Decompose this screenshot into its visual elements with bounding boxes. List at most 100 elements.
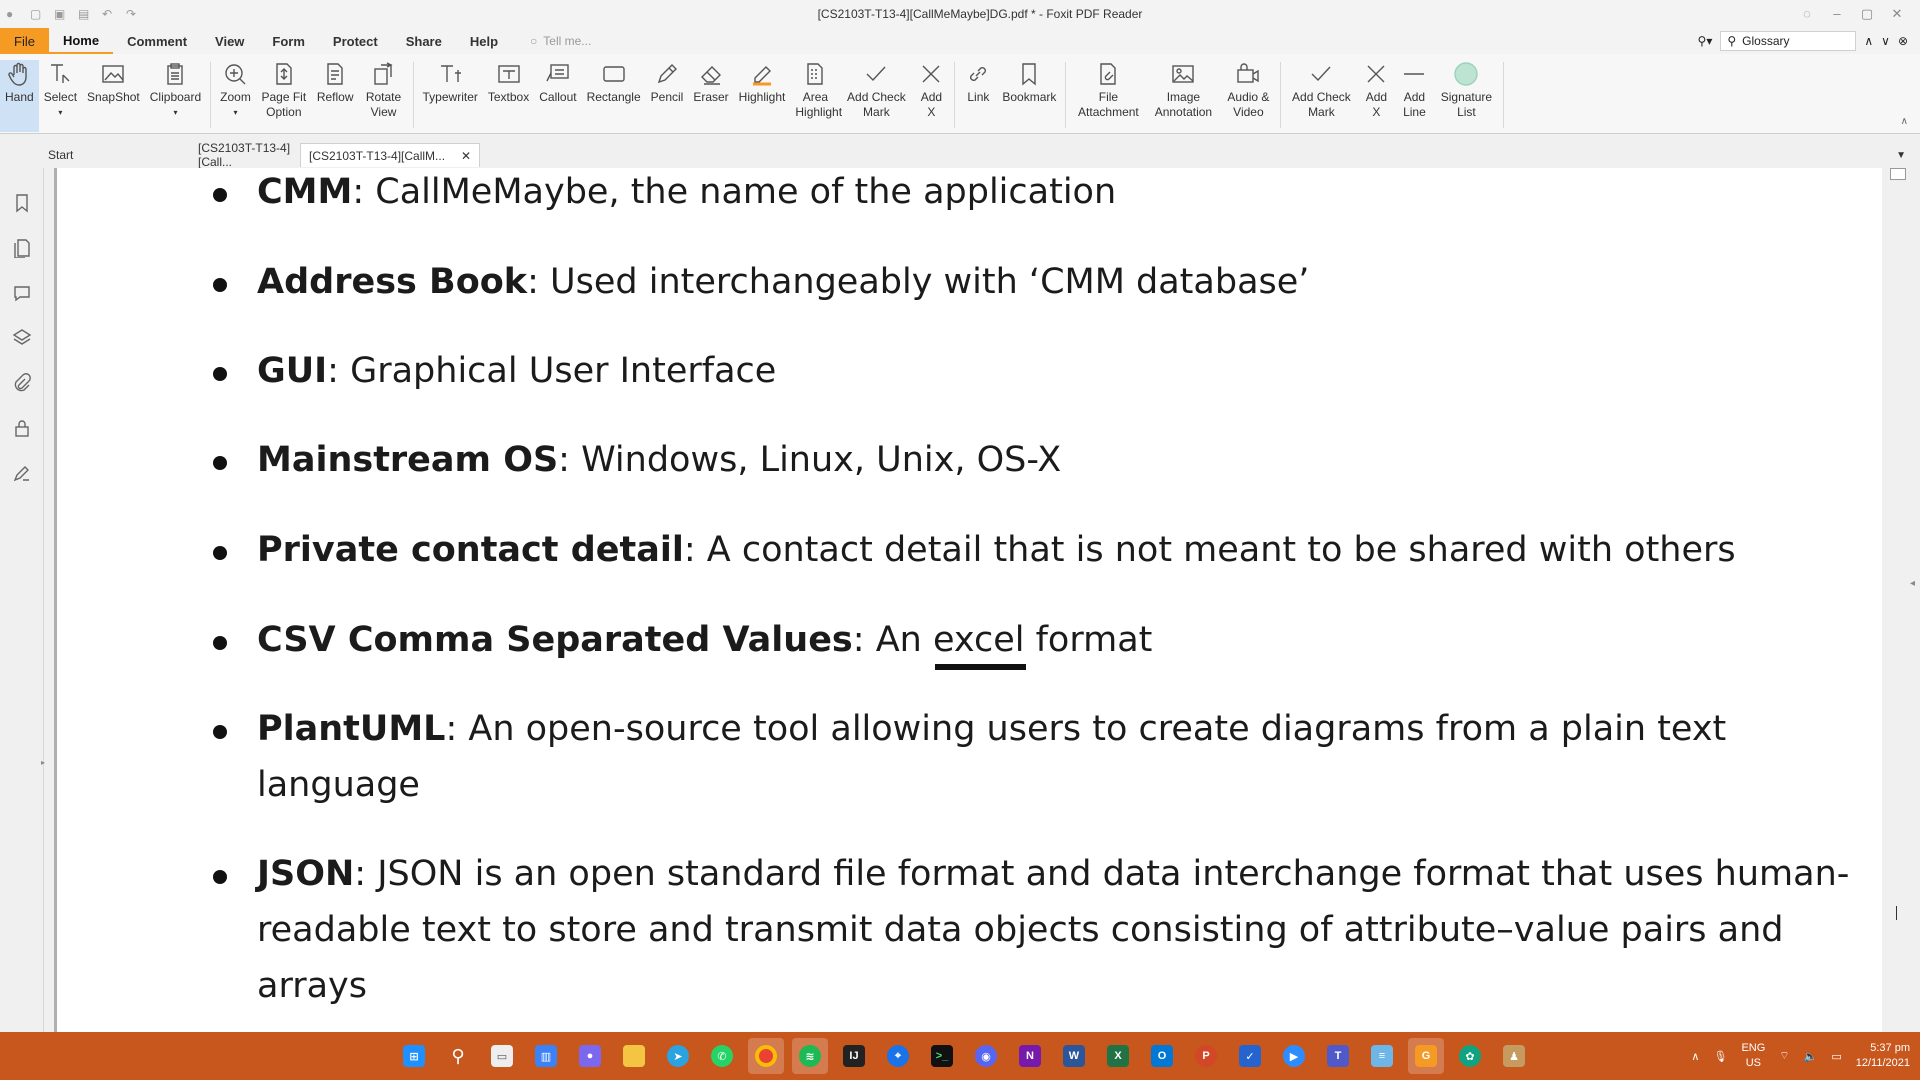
taskbar-foxit[interactable]: G xyxy=(1408,1038,1444,1074)
taskbar-excel[interactable]: X xyxy=(1100,1038,1136,1074)
menu-file[interactable]: File xyxy=(0,28,49,54)
taskbar-zoom[interactable]: ▶ xyxy=(1276,1038,1312,1074)
textbox-tool[interactable]: Textbox xyxy=(483,60,534,132)
file-attachment-tool[interactable]: File Attachment xyxy=(1070,60,1146,132)
page-fit-tool[interactable]: Page Fit Option xyxy=(256,60,312,132)
collapse-right-panel-icon[interactable]: ◂ xyxy=(1910,578,1915,589)
taskbar-intellij[interactable]: IJ xyxy=(836,1038,872,1074)
taskbar-telegram[interactable]: ➤ xyxy=(660,1038,696,1074)
highlight-tool[interactable]: Highlight xyxy=(734,60,791,132)
tab-document-1[interactable]: [CS2103T-T13-4][Call... xyxy=(150,141,300,169)
menu-comment[interactable]: Comment xyxy=(113,28,201,54)
undo-icon[interactable]: ↶ xyxy=(102,7,116,21)
security-panel-button[interactable] xyxy=(0,405,44,450)
expand-panel-icon[interactable]: ▸ xyxy=(41,758,45,767)
menu-home[interactable]: Home xyxy=(48,28,114,54)
taskbar-chrome[interactable] xyxy=(748,1038,784,1074)
microphone-icon[interactable]: 🎙 xyxy=(1713,1050,1727,1063)
save-icon[interactable]: ▣ xyxy=(54,7,68,21)
taskbar-contacts[interactable]: ♟ xyxy=(1496,1038,1532,1074)
link-tool[interactable]: Link xyxy=(959,60,997,132)
zoom-tool[interactable]: Zoom ▾ xyxy=(215,60,256,132)
typewriter-tool[interactable]: Typewriter xyxy=(418,60,483,132)
rectangle-tool[interactable]: Rectangle xyxy=(582,60,646,132)
tab-start[interactable]: Start xyxy=(0,143,150,167)
add-line-tool[interactable]: Add Line xyxy=(1395,60,1433,132)
wifi-icon[interactable]: ⌔ xyxy=(1779,1049,1789,1063)
add-x-tool[interactable]: Add X xyxy=(912,60,950,132)
bookmark-tool[interactable]: Bookmark xyxy=(997,60,1061,132)
layers-panel-button[interactable] xyxy=(0,315,44,360)
callout-tool[interactable]: Callout xyxy=(534,60,581,132)
print-icon[interactable]: ▤ xyxy=(78,7,92,21)
menu-form[interactable]: Form xyxy=(258,28,319,54)
eraser-tool[interactable]: Eraser xyxy=(688,60,733,132)
signature-list-tool[interactable]: Signature List xyxy=(1433,60,1499,132)
ribbon-collapse-icon[interactable]: ∧ xyxy=(1901,116,1908,127)
search-next-icon[interactable]: ∨ xyxy=(1881,34,1890,48)
taskbar-powerpoint[interactable]: P xyxy=(1188,1038,1224,1074)
taskbar-spotify[interactable]: ≋ xyxy=(792,1038,828,1074)
menu-view[interactable]: View xyxy=(201,28,258,54)
bookmarks-panel-button[interactable] xyxy=(0,180,44,225)
redo-icon[interactable]: ↷ xyxy=(126,7,140,21)
taskbar-chatgpt[interactable]: ✿ xyxy=(1452,1038,1488,1074)
search-input[interactable]: ⚲ Glossary xyxy=(1720,31,1857,51)
menu-protect[interactable]: Protect xyxy=(319,28,392,54)
taskbar-search[interactable]: ⚲ xyxy=(440,1038,476,1074)
volume-icon[interactable]: 🔈 xyxy=(1804,1050,1818,1063)
close-button[interactable]: ✕ xyxy=(1882,6,1912,22)
add-check-mark-tool[interactable]: Add Check Mark xyxy=(840,60,912,132)
pages-panel-button[interactable] xyxy=(0,225,44,270)
search-clear-icon[interactable]: ⊗ xyxy=(1898,34,1908,48)
taskbar-onenote[interactable]: N xyxy=(1012,1038,1048,1074)
system-clock[interactable]: 5:37 pm 12/11/2021 xyxy=(1856,1041,1910,1071)
snapshot-tool[interactable]: SnapShot xyxy=(82,60,145,132)
audio-video-tool[interactable]: Audio & Video xyxy=(1220,60,1276,132)
taskbar-outlook[interactable]: O xyxy=(1144,1038,1180,1074)
clipboard-tool[interactable]: Clipboard ▾ xyxy=(145,60,206,132)
add-check-mark-tool-2[interactable]: Add Check Mark xyxy=(1285,60,1357,132)
search-options-icon[interactable]: ⚲▾ xyxy=(1698,34,1713,48)
taskbar-whatsapp[interactable]: ✆ xyxy=(704,1038,740,1074)
taskbar-notepad[interactable]: ≡ xyxy=(1364,1038,1400,1074)
vertical-scrollbar[interactable]: ◂ xyxy=(1882,168,1920,1032)
show-hidden-icons[interactable]: ∧ xyxy=(1691,1050,1699,1063)
close-tab-icon[interactable]: ✕ xyxy=(461,149,471,163)
menu-help[interactable]: Help xyxy=(456,28,512,54)
document-view[interactable]: CMM: CallMeMaybe, the name of the applic… xyxy=(54,168,1882,1032)
hand-tool[interactable]: Hand xyxy=(0,60,39,132)
taskbar-file-explorer[interactable] xyxy=(616,1038,652,1074)
taskbar-widgets[interactable]: ▥ xyxy=(528,1038,564,1074)
reflow-tool[interactable]: Reflow xyxy=(312,60,359,132)
rotate-view-tool[interactable]: Rotate View xyxy=(359,60,409,132)
taskbar-word[interactable]: W xyxy=(1056,1038,1092,1074)
account-icon[interactable]: ◌ xyxy=(1792,6,1822,22)
select-tool[interactable]: Select ▾ xyxy=(39,60,82,132)
pencil-tool[interactable]: Pencil xyxy=(646,60,689,132)
menu-share[interactable]: Share xyxy=(392,28,456,54)
taskbar-terminal[interactable]: >_ xyxy=(924,1038,960,1074)
minimize-button[interactable]: – xyxy=(1822,6,1852,22)
maximize-button[interactable]: ▢ xyxy=(1852,6,1882,22)
scrollbar-thumb[interactable] xyxy=(1890,168,1906,180)
open-icon[interactable]: ▢ xyxy=(30,7,44,21)
tab-document-2[interactable]: [CS2103T-T13-4][CallM... ✕ xyxy=(300,143,480,167)
tell-me-box[interactable]: ○ Tell me... xyxy=(530,34,591,48)
signature-panel-button[interactable] xyxy=(0,450,44,495)
language-indicator[interactable]: ENG US xyxy=(1741,1041,1765,1071)
add-x-tool-2[interactable]: Add X xyxy=(1357,60,1395,132)
attachments-panel-button[interactable] xyxy=(0,360,44,405)
battery-icon[interactable]: ▭ xyxy=(1831,1050,1841,1063)
comments-panel-button[interactable] xyxy=(0,270,44,315)
taskbar-todo[interactable]: ✓ xyxy=(1232,1038,1268,1074)
taskbar-task-view[interactable]: ▭ xyxy=(484,1038,520,1074)
taskbar-maps[interactable]: ⌖ xyxy=(880,1038,916,1074)
search-prev-icon[interactable]: ∧ xyxy=(1864,34,1873,48)
image-annotation-tool[interactable]: Image Annotation xyxy=(1146,60,1220,132)
start-button[interactable]: ⊞ xyxy=(396,1038,432,1074)
taskbar-teams[interactable]: T xyxy=(1320,1038,1356,1074)
taskbar-discord[interactable]: ◉ xyxy=(968,1038,1004,1074)
taskbar-chat[interactable]: ● xyxy=(572,1038,608,1074)
tabs-dropdown-icon[interactable]: ▼ xyxy=(1896,150,1920,161)
